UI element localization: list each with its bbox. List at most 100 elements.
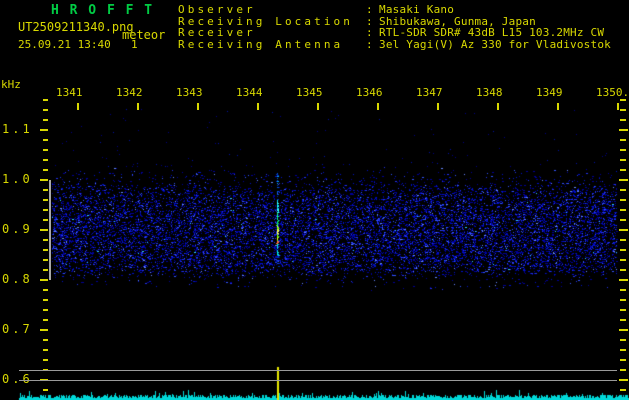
freq-minor-tick-left	[43, 259, 48, 261]
freq-minor-tick-right	[620, 349, 626, 351]
station-info: Observer:Masaki KanoReceiving Location:S…	[178, 4, 611, 50]
station-row-value: 3el Yagi(V) Az 330 for Vladivostok	[379, 39, 611, 51]
hrofft-output: H R O F F T UT2509211340.png meteor 25.0…	[0, 0, 629, 400]
level-grid-line-lower	[19, 380, 617, 381]
time-tick-label: 1349	[536, 86, 563, 99]
freq-minor-tick-left	[43, 109, 48, 111]
freq-minor-tick-right	[620, 299, 626, 301]
freq-minor-tick-right	[620, 149, 626, 151]
time-tick-label: 1347	[416, 86, 443, 99]
freq-minor-tick-right	[620, 189, 626, 191]
time-tick	[197, 103, 199, 110]
freq-minor-tick-left	[43, 299, 48, 301]
freq-minor-tick-left	[43, 159, 48, 161]
freq-minor-tick-right	[620, 249, 626, 251]
freq-minor-tick-right	[620, 109, 626, 111]
freq-minor-tick-left	[43, 289, 48, 291]
freq-tick-label: 0.9	[2, 222, 33, 236]
echo-count: 1	[131, 38, 138, 51]
mode-label: meteor	[122, 28, 165, 42]
freq-minor-tick-left	[43, 359, 48, 361]
freq-minor-tick-right	[620, 119, 626, 121]
freq-major-tick-right	[619, 279, 628, 281]
freq-minor-tick-left	[43, 99, 48, 101]
freq-minor-tick-left	[43, 319, 48, 321]
station-row-separator: :	[366, 39, 374, 51]
freq-tick-label: 1.1	[2, 122, 33, 136]
observation-datetime: 25.09.21 13:40	[18, 38, 111, 51]
time-tick	[617, 103, 619, 110]
time-tick	[557, 103, 559, 110]
freq-minor-tick-left	[43, 219, 48, 221]
freq-major-tick-left	[40, 129, 48, 131]
freq-minor-tick-right	[620, 289, 626, 291]
time-tick-label: 1341	[56, 86, 83, 99]
freq-major-tick-left	[40, 179, 48, 181]
level-grid-line-upper	[19, 370, 617, 371]
time-tick	[137, 103, 139, 110]
time-tick-label: 1348	[476, 86, 503, 99]
station-row-separator: :	[366, 27, 374, 39]
freq-minor-tick-left	[43, 339, 48, 341]
freq-minor-tick-left	[43, 309, 48, 311]
freq-minor-tick-left	[43, 349, 48, 351]
freq-major-tick-left	[40, 279, 48, 281]
freq-minor-tick-left	[43, 189, 48, 191]
freq-tick-label: 0.7	[2, 322, 33, 336]
time-tick	[497, 103, 499, 110]
station-row: Receiver: RTL-SDR SDR# 43dB L15 103.2MHz …	[178, 27, 611, 39]
time-tick	[257, 103, 259, 110]
freq-axis-unit-label: kHz	[1, 78, 21, 91]
freq-major-tick-right	[619, 329, 628, 331]
time-tick	[317, 103, 319, 110]
freq-minor-tick-left	[43, 209, 48, 211]
time-tick-label: 1342	[116, 86, 143, 99]
freq-minor-tick-right	[620, 239, 626, 241]
output-filename: UT2509211340.png	[18, 20, 134, 34]
freq-major-tick-right	[619, 179, 628, 181]
freq-minor-tick-right	[620, 99, 626, 101]
app-title: H R O F F T	[51, 3, 154, 18]
station-row-value: Masaki Kano	[379, 4, 454, 16]
station-row: Observer:Masaki Kano	[178, 4, 611, 16]
freq-major-tick-left	[40, 329, 48, 331]
freq-minor-tick-right	[620, 369, 626, 371]
spectrogram-canvas	[0, 0, 629, 400]
freq-minor-tick-left	[43, 239, 48, 241]
station-row: Receiving Antenna:3el Yagi(V) Az 330 for…	[178, 39, 611, 51]
freq-tick-label: 1.0	[2, 172, 33, 186]
freq-minor-tick-left	[43, 149, 48, 151]
freq-major-tick-left	[40, 229, 48, 231]
freq-minor-tick-right	[620, 309, 626, 311]
time-tick-label: 1343	[176, 86, 203, 99]
time-tick-label: 1344	[236, 86, 263, 99]
station-row-label: Observer	[178, 4, 366, 16]
freq-minor-tick-right	[620, 359, 626, 361]
freq-minor-tick-right	[620, 389, 626, 391]
freq-minor-tick-right	[620, 219, 626, 221]
freq-minor-tick-left	[43, 389, 48, 391]
freq-minor-tick-left	[43, 199, 48, 201]
time-tick-label: 1345	[296, 86, 323, 99]
time-tick	[377, 103, 379, 110]
freq-major-tick-right	[619, 129, 628, 131]
station-row-label: Receiver	[178, 27, 366, 39]
freq-minor-tick-right	[620, 339, 626, 341]
count-band-marker-line	[49, 180, 51, 280]
freq-minor-tick-left	[43, 139, 48, 141]
freq-tick-label: 0.6	[2, 372, 33, 386]
time-tick-label: 1346	[356, 86, 383, 99]
time-tick-label: 1350.	[596, 86, 629, 99]
freq-minor-tick-left	[43, 269, 48, 271]
freq-minor-tick-right	[620, 169, 626, 171]
station-row-label: Receiving Antenna	[178, 39, 366, 51]
freq-major-tick-right	[619, 229, 628, 231]
station-row-value: RTL-SDR SDR# 43dB L15 103.2MHz CW	[379, 27, 604, 39]
freq-minor-tick-right	[620, 199, 626, 201]
freq-tick-label: 0.8	[2, 272, 33, 286]
freq-minor-tick-right	[620, 259, 626, 261]
freq-minor-tick-right	[620, 209, 626, 211]
freq-minor-tick-right	[620, 269, 626, 271]
time-tick	[77, 103, 79, 110]
freq-minor-tick-left	[43, 169, 48, 171]
